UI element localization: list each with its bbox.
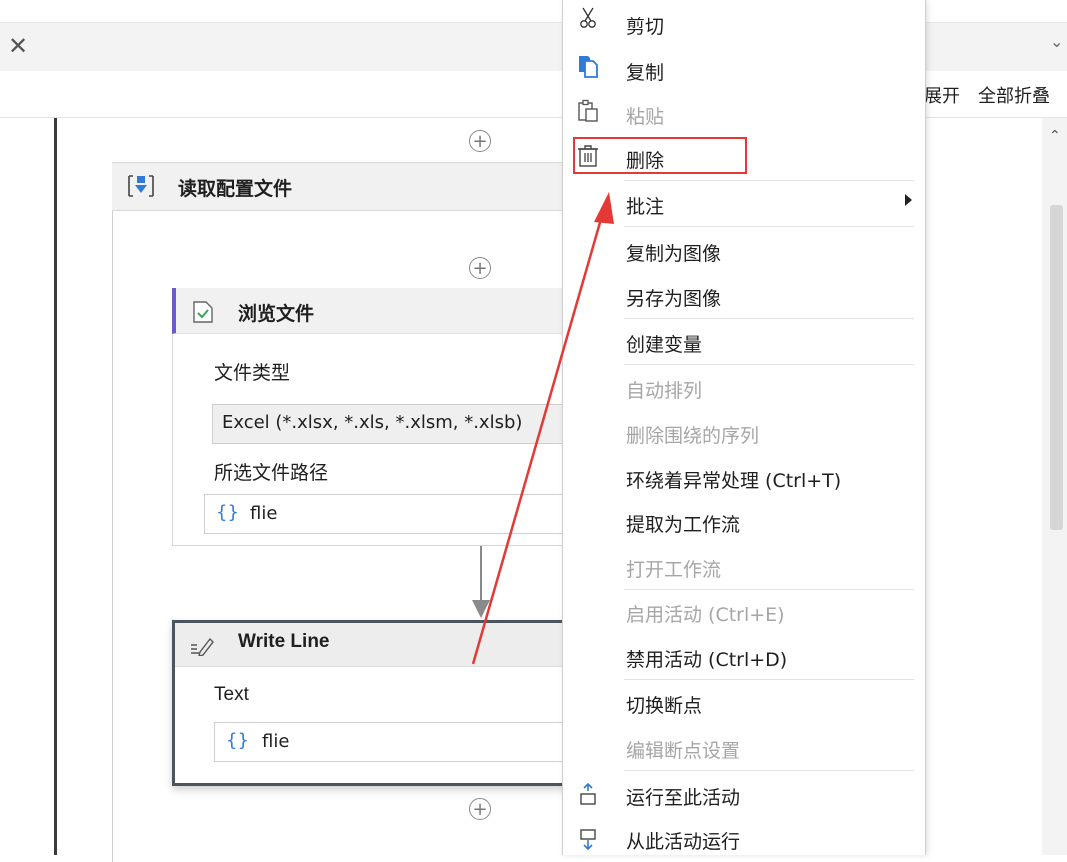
run-to-here-icon <box>580 783 596 805</box>
menu-separator <box>624 364 914 365</box>
add-activity-icon[interactable]: + <box>469 130 491 152</box>
submenu-arrow-icon <box>905 194 912 206</box>
menu-item-create-variable[interactable]: 创建变量 <box>626 330 702 357</box>
run-from-here-icon <box>580 829 596 851</box>
menu-item-remove-surrounding-sequence: 删除围绕的序列 <box>626 425 760 447</box>
file-type-value: Excel (*.xlsx, *.xls, *.xlsm, *.xlsb) <box>222 412 523 433</box>
menu-item-cut[interactable]: 剪切 <box>626 12 664 39</box>
text-value: flie <box>262 731 290 752</box>
write-line-title: Write Line <box>238 631 330 652</box>
menu-item-annotation[interactable]: 批注 <box>626 192 664 219</box>
write-line-header[interactable] <box>175 623 572 667</box>
menu-separator <box>624 318 914 319</box>
menu-separator <box>624 180 914 181</box>
file-path-value: flie <box>250 503 278 524</box>
menu-separator <box>624 770 914 771</box>
file-path-label: 所选文件路径 <box>214 462 329 484</box>
paste-icon <box>578 99 598 122</box>
menu-item-copy-as-image[interactable]: 复制为图像 <box>626 239 721 266</box>
menu-item-enable-activity: 启用活动 (Ctrl+E) <box>626 604 785 626</box>
add-activity-icon[interactable]: + <box>469 798 491 820</box>
menu-item-toggle-breakpoint[interactable]: 切换断点 <box>626 691 702 718</box>
menu-item-run-to-here[interactable]: 运行至此活动 <box>626 783 740 810</box>
outer-sequence-border <box>54 118 57 855</box>
menu-separator <box>624 679 914 680</box>
menu-item-run-from-here[interactable]: 从此活动运行 <box>626 827 740 854</box>
menu-item-paste: 粘贴 <box>626 106 665 128</box>
scrollbar-thumb[interactable] <box>1050 205 1063 530</box>
menu-separator <box>624 226 914 227</box>
menu-item-open-workflow: 打开工作流 <box>626 559 722 581</box>
menu-item-surround-try-catch[interactable]: 环绕着异常处理 (Ctrl+T) <box>626 466 841 493</box>
copy-icon <box>579 56 598 78</box>
browse-file-header[interactable] <box>172 288 572 334</box>
file-check-icon <box>193 301 213 323</box>
connector-arrow-icon <box>472 600 490 618</box>
menu-item-copy[interactable]: 复制 <box>626 58 664 85</box>
delete-highlight-box <box>573 137 747 174</box>
scroll-up-icon[interactable]: ⌃ <box>1049 128 1061 144</box>
sequence-title: 读取配置文件 <box>178 178 293 200</box>
add-activity-icon[interactable]: + <box>469 257 491 279</box>
menu-item-auto-arrange: 自动排列 <box>626 380 703 402</box>
browse-file-title: 浏览文件 <box>238 303 315 325</box>
chevron-down-icon[interactable]: ⌄ <box>1050 32 1063 51</box>
connector-line <box>480 546 482 604</box>
pencil-icon <box>191 637 214 656</box>
expression-brace-icon: {} <box>216 502 239 523</box>
menu-item-edit-breakpoint-settings: 编辑断点设置 <box>626 740 741 762</box>
menu-item-disable-activity[interactable]: 禁用活动 (Ctrl+D) <box>626 645 787 672</box>
menu-item-extract-workflow[interactable]: 提取为工作流 <box>626 510 740 537</box>
expression-brace-icon: {} <box>226 730 249 751</box>
expand-all-button[interactable]: 展开 <box>924 82 962 108</box>
collapse-all-button[interactable]: 全部折叠 <box>978 82 1050 108</box>
file-type-label: 文件类型 <box>214 362 291 384</box>
menu-separator <box>624 589 914 590</box>
sequence-icon <box>128 175 154 197</box>
menu-item-save-as-image[interactable]: 另存为图像 <box>626 284 721 311</box>
close-tab-icon[interactable]: ✕ <box>8 32 28 60</box>
scissors-icon <box>580 7 596 28</box>
text-label: Text <box>214 684 249 705</box>
